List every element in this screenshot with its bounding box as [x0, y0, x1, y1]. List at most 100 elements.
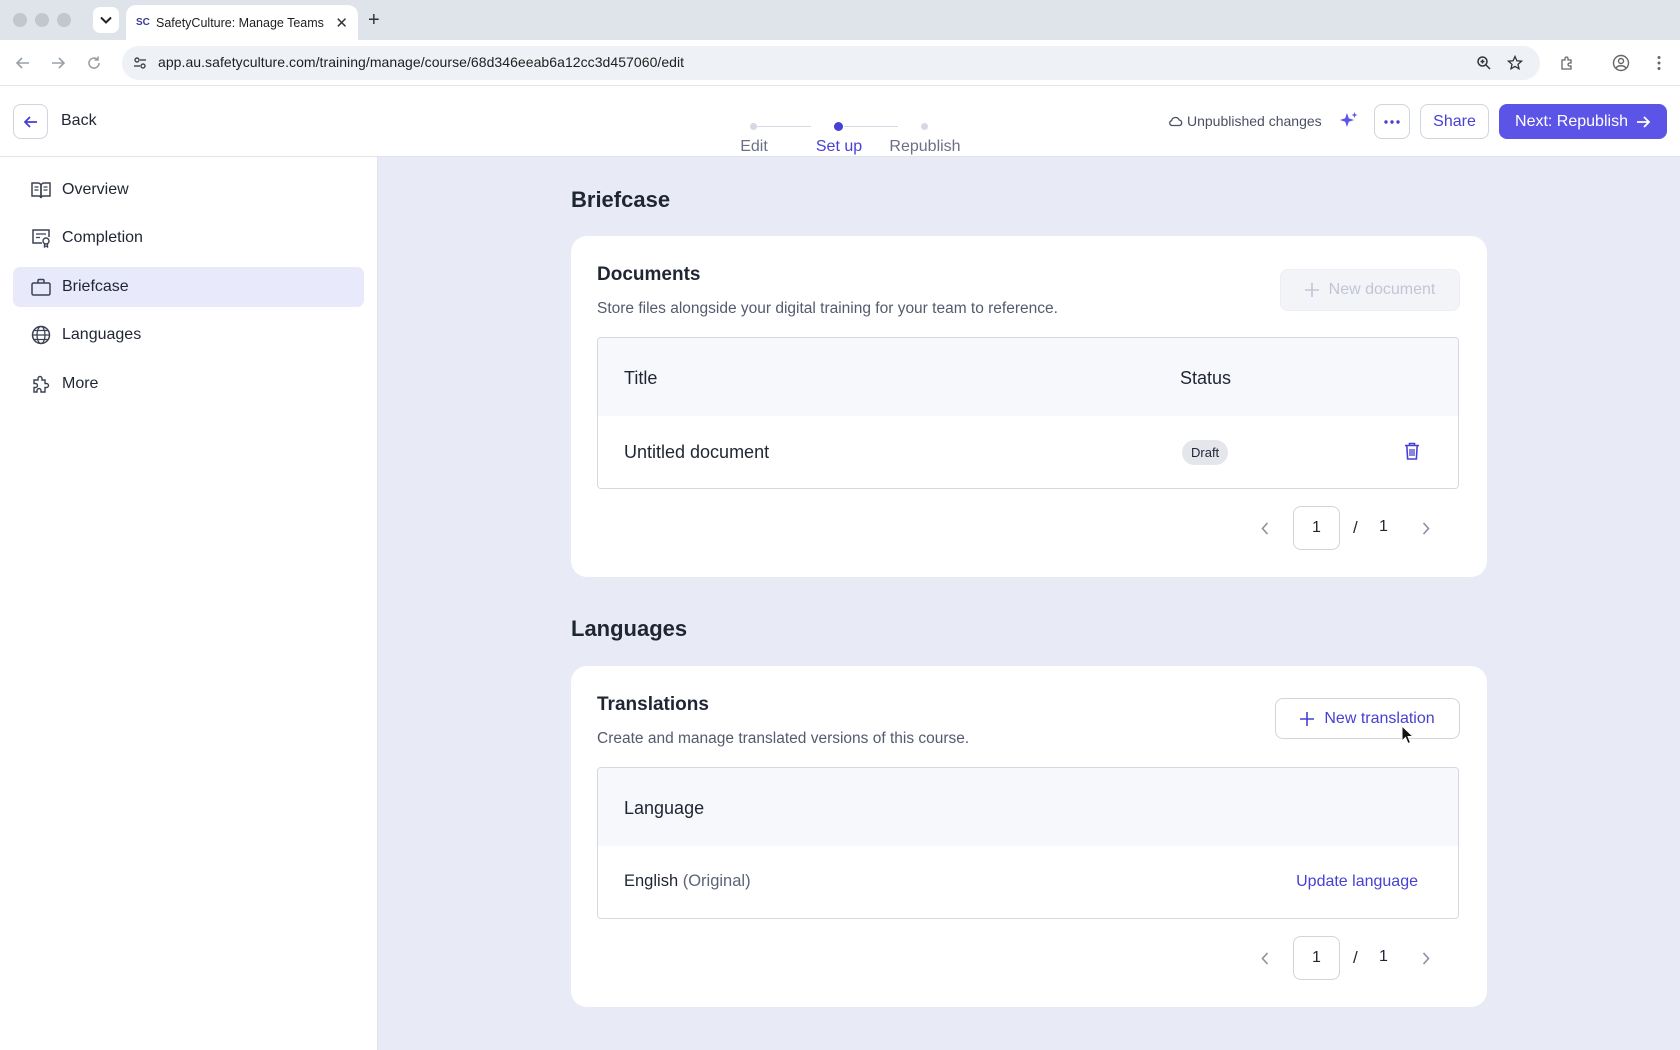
briefcase-icon: [30, 276, 52, 298]
plus-icon: [1300, 711, 1315, 726]
column-title: Title: [624, 368, 658, 388]
table-row: English (Original) Update language: [598, 846, 1458, 918]
cloud-icon: [1169, 116, 1183, 127]
unpublished-status: Unpublished changes: [1168, 113, 1322, 129]
step-dot-edit: [750, 123, 757, 130]
step-republish[interactable]: Republish: [889, 138, 960, 156]
new-document-label: New document: [1328, 281, 1436, 298]
browser-tab[interactable]: SC SafetyCulture: Manage Teams ✕: [126, 5, 358, 40]
safetyculture-favicon-icon: SC: [136, 17, 150, 28]
chevron-down-icon: [100, 16, 112, 24]
translations-card-description: Create and manage translated versions of…: [597, 730, 970, 747]
page-total: 1: [1379, 948, 1388, 965]
arrow-left-icon: [23, 115, 37, 128]
chevron-left-icon[interactable]: [1255, 948, 1275, 968]
column-status: Status: [1180, 368, 1232, 388]
table-header: Title Status: [598, 338, 1458, 416]
sidebar-item-label: Briefcase: [62, 278, 129, 295]
language-name: English: [624, 872, 679, 890]
translations-card: Translations Create and manage translate…: [571, 666, 1487, 1007]
documents-pagination: 1 / 1: [1251, 506, 1441, 550]
window-close-button[interactable]: [13, 13, 27, 27]
table-row[interactable]: Untitled document Draft: [598, 416, 1458, 488]
languages-section-title: Languages: [571, 616, 688, 641]
reload-icon[interactable]: [84, 53, 104, 73]
sidebar-item-label: More: [62, 375, 99, 392]
step-dot-republish: [921, 123, 928, 130]
browser-tab-bar: SC SafetyCulture: Manage Teams ✕ +: [0, 0, 1680, 40]
arrow-right-icon: [1636, 115, 1651, 128]
trash-icon[interactable]: [1404, 442, 1420, 465]
page-total: 1: [1379, 518, 1388, 535]
documents-table: Title Status Untitled document Draft: [597, 337, 1459, 489]
back-arrow-icon[interactable]: [13, 53, 33, 73]
window-zoom-button[interactable]: [57, 13, 71, 27]
page-number-input[interactable]: 1: [1293, 936, 1340, 980]
documents-card: Documents Store files alongside your dig…: [571, 236, 1487, 577]
profile-icon[interactable]: [1611, 53, 1631, 73]
documents-card-title: Documents: [597, 264, 701, 285]
back-label[interactable]: Back: [61, 112, 97, 130]
extensions-icon[interactable]: [1557, 53, 1577, 73]
certificate-icon: [30, 227, 52, 249]
back-button[interactable]: [13, 104, 48, 139]
bookmark-star-icon[interactable]: [1506, 54, 1524, 72]
ellipsis-icon: [1384, 119, 1400, 124]
step-connector: [757, 126, 811, 127]
puzzle-icon: [30, 373, 52, 395]
window-minimize-button[interactable]: [35, 13, 49, 27]
tab-title: SafetyCulture: Manage Teams: [156, 15, 324, 30]
sidebar-item-label: Completion: [62, 229, 143, 246]
plus-icon: [1304, 283, 1319, 297]
step-edit[interactable]: Edit: [740, 138, 768, 156]
table-header: Language: [598, 768, 1458, 846]
page-number-input[interactable]: 1: [1293, 506, 1340, 550]
url-text: app.au.safetyculture.com/training/manage…: [158, 54, 685, 70]
new-document-button[interactable]: New document: [1280, 269, 1460, 311]
more-options-button[interactable]: [1374, 104, 1410, 139]
mouse-cursor-icon: [1401, 725, 1414, 745]
tab-search-button[interactable]: [93, 7, 119, 33]
globe-icon: [30, 324, 52, 346]
sidebar-item-completion[interactable]: Completion: [13, 218, 364, 258]
new-translation-button[interactable]: New translation: [1275, 698, 1460, 739]
translations-pagination: 1 / 1: [1251, 936, 1441, 980]
step-setup[interactable]: Set up: [816, 138, 862, 156]
briefcase-section-title: Briefcase: [571, 187, 671, 212]
browser-toolbar: app.au.safetyculture.com/training/manage…: [0, 40, 1680, 86]
sidebar-item-label: Languages: [62, 326, 142, 343]
update-language-link[interactable]: Update language: [1296, 873, 1418, 891]
next-republish-button[interactable]: Next: Republish: [1499, 104, 1667, 139]
step-dot-setup: [834, 122, 843, 131]
browser-menu-icon[interactable]: [1649, 53, 1669, 73]
language-cell: English (Original): [624, 872, 751, 891]
sidebar-item-briefcase[interactable]: Briefcase: [13, 267, 364, 307]
ai-sparkle-icon[interactable]: [1338, 110, 1360, 137]
share-button[interactable]: Share: [1420, 104, 1489, 139]
forward-arrow-icon[interactable]: [48, 53, 68, 73]
new-tab-button[interactable]: +: [368, 9, 380, 32]
chevron-left-icon[interactable]: [1255, 518, 1275, 538]
translations-table: Language English (Original) Update langu…: [597, 767, 1459, 919]
language-original-note: (Original): [682, 872, 751, 890]
sidebar: Overview Completion Briefcase Languages …: [0, 157, 378, 1050]
sidebar-item-label: Overview: [62, 181, 129, 198]
zoom-icon[interactable]: [1475, 54, 1493, 72]
unpublished-status-text: Unpublished changes: [1187, 113, 1322, 129]
close-icon[interactable]: ✕: [335, 14, 348, 32]
main-content: Briefcase Documents Store files alongsid…: [378, 157, 1680, 1050]
sidebar-item-languages[interactable]: Languages: [13, 315, 364, 355]
sidebar-item-overview[interactable]: Overview: [13, 170, 364, 210]
chevron-right-icon[interactable]: [1416, 948, 1436, 968]
documents-card-description: Store files alongside your digital train…: [597, 300, 1058, 317]
site-settings-icon[interactable]: [132, 55, 148, 76]
step-connector: [844, 126, 898, 127]
chevron-right-icon[interactable]: [1416, 518, 1436, 538]
column-language: Language: [624, 798, 705, 818]
book-icon: [30, 179, 52, 201]
address-bar[interactable]: app.au.safetyculture.com/training/manage…: [122, 46, 1540, 80]
sidebar-item-more[interactable]: More: [13, 364, 364, 404]
document-title[interactable]: Untitled document: [624, 442, 769, 463]
next-republish-label: Next: Republish: [1515, 112, 1628, 130]
new-translation-label: New translation: [1324, 709, 1435, 727]
